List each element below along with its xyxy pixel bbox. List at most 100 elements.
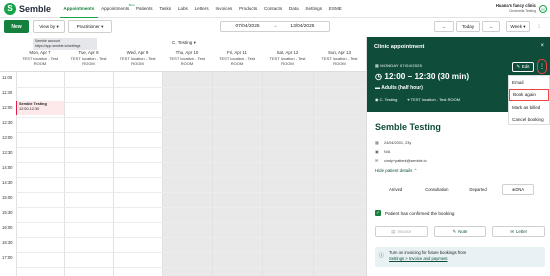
location-name: TEST location - Test ROOM [410, 97, 461, 102]
dna-button[interactable]: ⊗ DNA [502, 184, 534, 195]
day-header-thu: Thu, Apr 10 TEST location - Test ROOM [162, 50, 212, 67]
invoice-button[interactable]: ▤ Invoice [375, 226, 428, 237]
menu-item-cancel-booking[interactable]: Cancel booking [509, 114, 549, 127]
menu-item-mark-billed[interactable]: Mark as billed [509, 101, 549, 114]
url-tooltip: Semble account https://app.semble.io/set… [33, 38, 97, 50]
dob-text: 24/04/2001, 23y [384, 140, 412, 145]
date-nav: ← Today → Week ▾ ⋮ [430, 19, 550, 33]
calendar-grid: Mon, Apr 7 TEST location - Test ROOM Tue, … [0, 45, 366, 276]
nav-contacts[interactable]: Contacts [261, 0, 286, 18]
hour-label: 11:00 [2, 75, 13, 80]
new-button[interactable]: New [4, 20, 29, 33]
hour-line [16, 117, 366, 118]
letter-label: Letter [515, 229, 528, 234]
hour-line [16, 207, 366, 208]
close-icon[interactable]: × [540, 43, 544, 49]
room-label: ROOM [131, 61, 144, 66]
date-from: 07/04/2025 [235, 24, 260, 29]
patient-dob: ▦ 24/04/2001, 23y [375, 140, 411, 145]
confirmed-checkbox-row[interactable]: ✓ Patient has confirmed the booking [375, 210, 454, 216]
note-button[interactable]: ✎ Note [433, 226, 487, 237]
appointment-service: ▬ Adults (half hour) [375, 85, 423, 91]
nav-invoices[interactable]: Invoices [212, 0, 236, 18]
nav-tasks[interactable]: Tasks [156, 0, 175, 18]
hour-label: 11:30 [2, 90, 13, 95]
room-label: ROOM [82, 61, 95, 66]
menu-item-book-again[interactable]: Book again [509, 88, 549, 101]
hour-label: 15:30 [2, 210, 13, 215]
hide-details-link[interactable]: Hide patient details ⌃ [375, 168, 417, 174]
practitioner: ◉ C. Testing [375, 97, 397, 102]
panel-actions: ▤ Invoice ✎ Note ✉ Letter [375, 226, 546, 237]
day-header-mon: Mon, Apr 7 TEST location - Test ROOM [16, 50, 64, 67]
top-nav: S Semble Appointments Appointments Beta P… [0, 0, 550, 18]
today-button[interactable]: Today [456, 21, 480, 32]
nav-data[interactable]: Data [286, 0, 303, 18]
time-text: 12:00 – 12:30 (30 min) [384, 72, 470, 81]
day-header-wed: Wed, Apr 9 TEST location - Test ROOM [113, 50, 162, 67]
info-icon: ⓘ [379, 253, 385, 259]
status-consultation[interactable]: Consultation [416, 183, 457, 195]
hour-line [16, 132, 366, 133]
status-departed[interactable]: Departed [457, 183, 498, 195]
practitioner-button[interactable]: Practitioner ▾ [68, 20, 112, 33]
hour-label: 15:00 [2, 195, 13, 200]
invoice-settings-link[interactable]: Settings > Invoice and payment [389, 256, 541, 262]
hour-line [16, 162, 366, 163]
nav-labs[interactable]: Labs [174, 0, 191, 18]
more-options-menu: Email Book again Mark as billed Cancel b… [508, 75, 550, 125]
id-icon: ▣ [375, 149, 379, 154]
hour-line [16, 147, 366, 148]
hour-label: 14:30 [2, 180, 13, 185]
user-info[interactable]: Huana's fancy clinic Cinderella Testing [496, 3, 536, 14]
prev-week-button[interactable]: ← [434, 21, 454, 32]
more-options-icon[interactable]: ⋮ [537, 59, 547, 74]
status-arrived[interactable]: Arrived [375, 183, 416, 195]
location: ⌖ TEST location - Test ROOM [407, 97, 460, 102]
nav-patients[interactable]: Patients [133, 0, 156, 18]
edit-button[interactable]: ✎ Edit [512, 62, 534, 72]
arrow-right-icon: → [272, 24, 278, 29]
logo[interactable]: S Semble [4, 2, 60, 15]
room-label: ROOM [333, 61, 346, 66]
hour-label: 14:00 [2, 165, 13, 170]
nav-letters[interactable]: Letters [191, 0, 212, 18]
hour-label: 16:30 [2, 240, 13, 245]
hour-line [16, 222, 366, 223]
note-icon: ✎ [452, 228, 457, 234]
nhs-text: N/A [384, 149, 391, 154]
appointment-event[interactable]: Semble Testing 12:00-12:30 [16, 101, 64, 115]
invoice-label: Invoice [397, 229, 412, 234]
hour-line [16, 102, 366, 103]
view-by-button[interactable]: View by ▾ [33, 20, 65, 33]
appointment-date: ▦ MONDAY 07/04/2025 [375, 63, 422, 68]
date-range-picker[interactable]: 07/04/2025 → 13/04/2025 [220, 21, 330, 32]
nav-settings[interactable]: Settings [302, 0, 325, 18]
next-week-button[interactable]: → [482, 21, 500, 32]
more-vertical-icon[interactable]: ⋮ [534, 21, 544, 32]
nav-appointments[interactable]: Appointments [60, 0, 98, 18]
event-time: 12:00-12:30 [19, 106, 40, 111]
room-label: ROOM [33, 61, 47, 66]
appointment-panel: Clinic appointment × ▦ MONDAY 07/04/2025… [366, 37, 550, 276]
nav-menu: Appointments Appointments Beta Patients T… [60, 0, 345, 18]
calendar-icon: ▦ [375, 140, 379, 145]
nav-products[interactable]: Products [236, 0, 261, 18]
patient-name[interactable]: Semble Testing [375, 122, 441, 132]
clock-icon: ◷ [375, 72, 385, 81]
letter-button[interactable]: ✉ Letter [492, 226, 546, 237]
week-view-select[interactable]: Week ▾ [506, 21, 530, 32]
hour-label: 12:00 [2, 105, 13, 110]
app: S Semble Appointments Appointments Beta P… [0, 0, 550, 276]
menu-item-email[interactable]: Email [509, 76, 549, 89]
clinic-name: Huana's fancy clinic [495, 3, 536, 8]
panel-title: Clinic appointment [374, 44, 425, 50]
user-name: Cinderella Testing [509, 8, 536, 13]
nav-appointments-beta[interactable]: Appointments Beta [98, 0, 134, 18]
check-icon[interactable]: ✓ [375, 210, 381, 216]
hour-label: 13:00 [2, 135, 13, 140]
patient-email: ✉ cindy+patient@semble.io [375, 158, 427, 163]
avatar[interactable]: H [539, 5, 547, 13]
nav-esme[interactable]: ESME [325, 0, 345, 18]
hour-line [16, 237, 366, 238]
